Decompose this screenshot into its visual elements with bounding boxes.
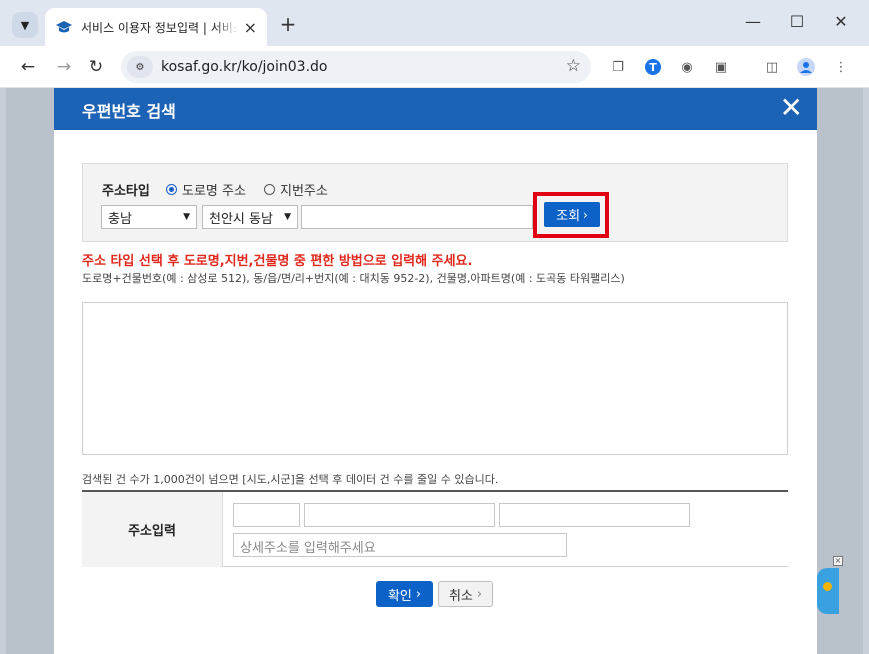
chevron-right-icon: ›: [476, 586, 483, 602]
chevron-right-icon: ›: [583, 207, 588, 222]
address-input-table: 주소입력 상세주소를 입력해주세요: [82, 490, 788, 567]
city-value: 천안시 동남: [209, 211, 273, 227]
modal-title: 우편번호 검색: [82, 102, 176, 121]
widget-close-icon[interactable]: ×: [833, 556, 843, 566]
url-text: kosaf.go.kr/ko/join03.do: [161, 59, 328, 75]
modal-header: 우편번호 검색 ✕: [54, 88, 817, 130]
extensions-icon[interactable]: ▣: [711, 57, 731, 77]
radio-unchecked-icon: [264, 184, 275, 195]
city-select[interactable]: 천안시 동남 ▼: [202, 205, 298, 229]
radio-jibun-label: 지번주소: [280, 184, 328, 199]
radio-road-label: 도로명 주소: [182, 184, 246, 199]
address-field-1[interactable]: [304, 503, 495, 527]
radio-jibun-address[interactable]: 지번주소: [264, 180, 328, 199]
radio-road-address[interactable]: 도로명 주소: [166, 180, 246, 199]
province-select[interactable]: 충남 ▼: [101, 205, 197, 229]
confirm-button-label: 확인: [387, 588, 412, 604]
bookmark-star-icon[interactable]: ☆: [566, 56, 581, 76]
minimize-button[interactable]: —: [738, 12, 768, 31]
chevron-down-icon: ▼: [183, 212, 190, 222]
cancel-button-label: 취소: [448, 588, 473, 604]
browser-toolbar: ← → ↻ ⚙ kosaf.go.kr/ko/join03.do ☆ ❐ T ◉…: [0, 46, 869, 88]
zipcode-field[interactable]: [233, 503, 300, 527]
mascot-widget-icon[interactable]: [817, 568, 839, 614]
profile-avatar-icon[interactable]: [796, 57, 816, 77]
address-type-label: 주소타입: [102, 184, 150, 199]
province-value: 충남: [108, 211, 132, 227]
chevron-right-icon: ›: [415, 586, 422, 602]
back-button[interactable]: ←: [16, 55, 40, 79]
graduation-cap-icon: [56, 21, 72, 33]
site-settings-icon[interactable]: ⚙: [127, 56, 153, 78]
side-panel-icon[interactable]: ◫: [762, 57, 782, 77]
cancel-button[interactable]: 취소 ›: [438, 581, 493, 607]
forward-button[interactable]: →: [52, 55, 76, 79]
detail-address-input[interactable]: 상세주소를 입력해주세요: [233, 533, 567, 557]
new-tab-button[interactable]: +: [276, 12, 300, 36]
translate-extension-icon[interactable]: T: [643, 57, 663, 77]
svg-text:T: T: [649, 61, 657, 74]
chevron-down-icon: ▼: [20, 18, 30, 32]
tab-title: 서비스 이용자 정보입력 | 서비스 이용: [81, 20, 238, 35]
search-panel: 주소타입 도로명 주소 지번주소 충남 ▼ 천안시 동남 ▼: [82, 163, 788, 242]
address-bar[interactable]: ⚙ kosaf.go.kr/ko/join03.do ☆: [121, 51, 591, 83]
tab-close-icon[interactable]: ×: [244, 18, 257, 37]
copy-icon[interactable]: ❐: [608, 57, 628, 77]
browser-tab[interactable]: 서비스 이용자 정보입력 | 서비스 이용 ×: [45, 8, 267, 46]
close-window-button[interactable]: ✕: [826, 12, 856, 31]
camera-icon[interactable]: ◉: [677, 57, 697, 77]
chevron-down-icon: ▼: [284, 212, 291, 222]
radio-checked-icon: [166, 184, 177, 195]
more-menu-icon[interactable]: ⋮: [831, 57, 851, 77]
search-button-label: 조회: [556, 209, 581, 224]
maximize-button[interactable]: ☐: [782, 12, 812, 31]
address-field-2[interactable]: [499, 503, 690, 527]
tab-bar: ▼ 서비스 이용자 정보입력 | 서비스 이용 × + — ☐ ✕: [0, 0, 869, 46]
search-button[interactable]: 조회 ›: [544, 202, 600, 227]
close-icon[interactable]: ✕: [780, 94, 803, 122]
hint-text: 도로명+건물번호(예 : 삼성로 512), 동/읍/면/리+번지(예 : 대치…: [82, 272, 625, 285]
results-list[interactable]: [82, 302, 788, 455]
confirm-button[interactable]: 확인 ›: [376, 581, 433, 607]
warning-text: 주소 타입 선택 후 도로명,지번,건물명 중 편한 방법으로 입력해 주세요.: [82, 254, 473, 269]
notice-text: 검색된 건 수가 1,000건이 넘으면 [시도,시군]을 선택 후 데이터 건…: [82, 473, 499, 486]
tab-search-button[interactable]: ▼: [12, 12, 38, 38]
reload-button[interactable]: ↻: [84, 55, 108, 79]
search-input[interactable]: [301, 205, 533, 229]
address-input-label: 주소입력: [82, 492, 223, 567]
